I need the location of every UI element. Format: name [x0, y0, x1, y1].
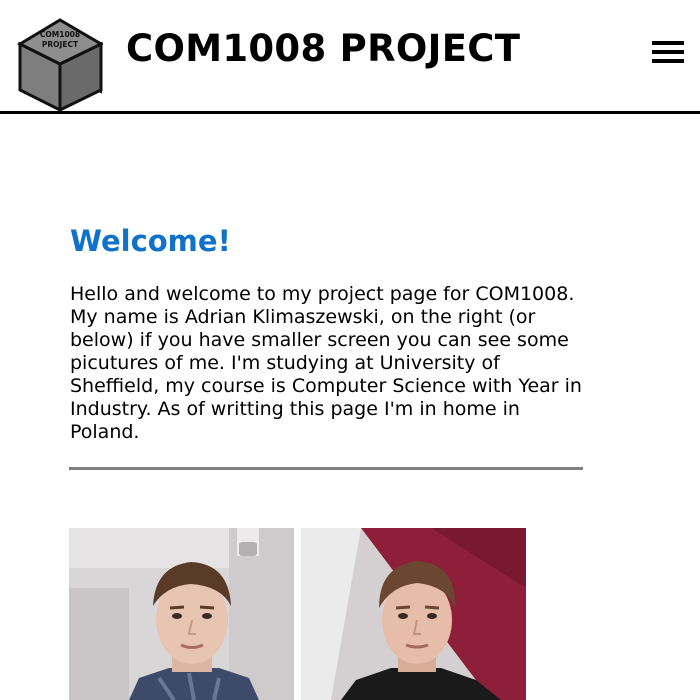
- intro-paragraph: Hello and welcome to my project page for…: [70, 283, 582, 443]
- section-divider: [69, 467, 583, 470]
- site-title: COM1008 PROJECT: [126, 27, 521, 70]
- cube-logo[interactable]: COM1008 PROJECT: [17, 16, 103, 112]
- hamburger-menu-icon[interactable]: [650, 38, 684, 66]
- logo-text-line1: COM1008: [40, 30, 80, 39]
- welcome-heading: Welcome!: [70, 224, 231, 258]
- logo-text-line2: PROJECT: [42, 40, 79, 49]
- menu-bar: [652, 41, 684, 45]
- profile-photo-2: [301, 528, 526, 700]
- profile-photo-1: [69, 528, 294, 700]
- menu-bar: [652, 50, 684, 54]
- menu-bar: [652, 59, 684, 63]
- site-header: COM1008 PROJECT COM1008 PROJECT: [0, 0, 700, 114]
